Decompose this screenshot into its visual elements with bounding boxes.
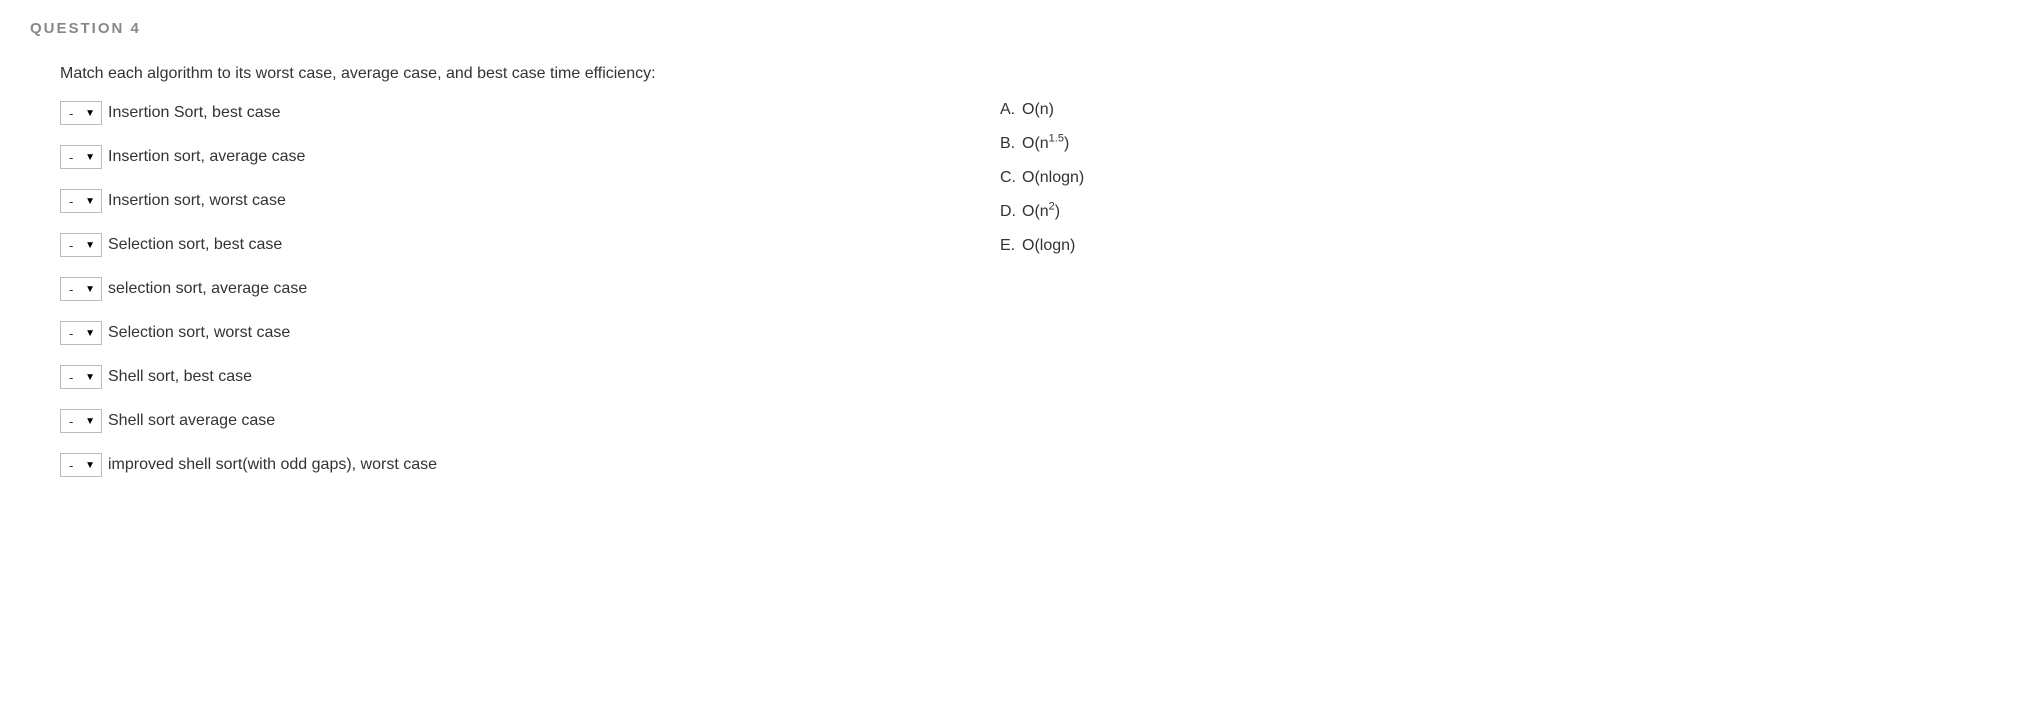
dropdown-value: - (69, 106, 73, 121)
answer-letter: B. (1000, 135, 1022, 153)
match-item-label: Shell sort average case (108, 412, 275, 430)
answer-dropdown[interactable]: -▼ (60, 453, 102, 477)
answer-option: A.O(n) (1000, 101, 1084, 119)
answer-letter: E. (1000, 237, 1022, 255)
match-row: -▼Insertion sort, average case (60, 145, 960, 169)
answer-option: C.O(nlogn) (1000, 169, 1084, 187)
answer-base: O(n) (1022, 101, 1054, 118)
answer-text: O(n1.5) (1022, 135, 1069, 153)
chevron-down-icon: ▼ (85, 152, 95, 163)
match-row: -▼Shell sort, best case (60, 365, 960, 389)
dropdown-value: - (69, 414, 73, 429)
answer-text: O(n2) (1022, 203, 1060, 221)
match-row: -▼Selection sort, worst case (60, 321, 960, 345)
match-item-label: Insertion sort, worst case (108, 192, 286, 210)
question-header: QUESTION 4 (30, 20, 2011, 37)
answer-dropdown[interactable]: -▼ (60, 189, 102, 213)
chevron-down-icon: ▼ (85, 416, 95, 427)
chevron-down-icon: ▼ (85, 328, 95, 339)
answer-dropdown[interactable]: -▼ (60, 277, 102, 301)
match-row: -▼Insertion sort, worst case (60, 189, 960, 213)
answer-option: B.O(n1.5) (1000, 135, 1084, 153)
dropdown-value: - (69, 238, 73, 253)
answer-dropdown[interactable]: -▼ (60, 101, 102, 125)
dropdown-value: - (69, 458, 73, 473)
answer-text: O(n) (1022, 101, 1054, 119)
dropdown-value: - (69, 150, 73, 165)
match-row: -▼improved shell sort(with odd gaps), wo… (60, 453, 960, 477)
match-row: -▼Selection sort, best case (60, 233, 960, 257)
chevron-down-icon: ▼ (85, 108, 95, 119)
chevron-down-icon: ▼ (85, 372, 95, 383)
answer-base: O(n (1022, 203, 1049, 220)
answer-dropdown[interactable]: -▼ (60, 321, 102, 345)
match-row: -▼selection sort, average case (60, 277, 960, 301)
answer-dropdown[interactable]: -▼ (60, 145, 102, 169)
chevron-down-icon: ▼ (85, 284, 95, 295)
answer-base: O(logn) (1022, 237, 1075, 254)
answer-option: E.O(logn) (1000, 237, 1084, 255)
answer-tail: ) (1055, 203, 1060, 220)
chevron-down-icon: ▼ (85, 196, 95, 207)
match-item-label: Insertion sort, average case (108, 148, 305, 166)
answer-text: O(logn) (1022, 237, 1075, 255)
match-item-label: Shell sort, best case (108, 368, 252, 386)
answer-letter: C. (1000, 169, 1022, 187)
question-prompt: Match each algorithm to its worst case, … (60, 65, 2011, 83)
match-item-label: selection sort, average case (108, 280, 307, 298)
answer-tail: ) (1064, 135, 1069, 152)
answer-option: D.O(n2) (1000, 203, 1084, 221)
chevron-down-icon: ▼ (85, 460, 95, 471)
chevron-down-icon: ▼ (85, 240, 95, 251)
dropdown-value: - (69, 282, 73, 297)
dropdown-value: - (69, 370, 73, 385)
answer-letter: D. (1000, 203, 1022, 221)
answer-exponent: 1.5 (1049, 133, 1064, 145)
question-content: -▼Insertion Sort, best case-▼Insertion s… (60, 101, 2011, 497)
match-item-label: improved shell sort(with odd gaps), wors… (108, 456, 437, 474)
match-item-label: Selection sort, best case (108, 236, 282, 254)
answer-letter: A. (1000, 101, 1022, 119)
answer-dropdown[interactable]: -▼ (60, 233, 102, 257)
answer-dropdown[interactable]: -▼ (60, 365, 102, 389)
dropdown-value: - (69, 326, 73, 341)
answer-text: O(nlogn) (1022, 169, 1084, 187)
answer-base: O(nlogn) (1022, 169, 1084, 186)
match-row: -▼Insertion Sort, best case (60, 101, 960, 125)
answer-base: O(n (1022, 135, 1049, 152)
match-row: -▼Shell sort average case (60, 409, 960, 433)
answer-key-column: A.O(n)B.O(n1.5)C.O(nlogn)D.O(n2)E.O(logn… (1000, 101, 1084, 497)
match-item-label: Insertion Sort, best case (108, 104, 281, 122)
answer-dropdown[interactable]: -▼ (60, 409, 102, 433)
dropdown-value: - (69, 194, 73, 209)
match-item-label: Selection sort, worst case (108, 324, 290, 342)
match-items-column: -▼Insertion Sort, best case-▼Insertion s… (60, 101, 960, 497)
